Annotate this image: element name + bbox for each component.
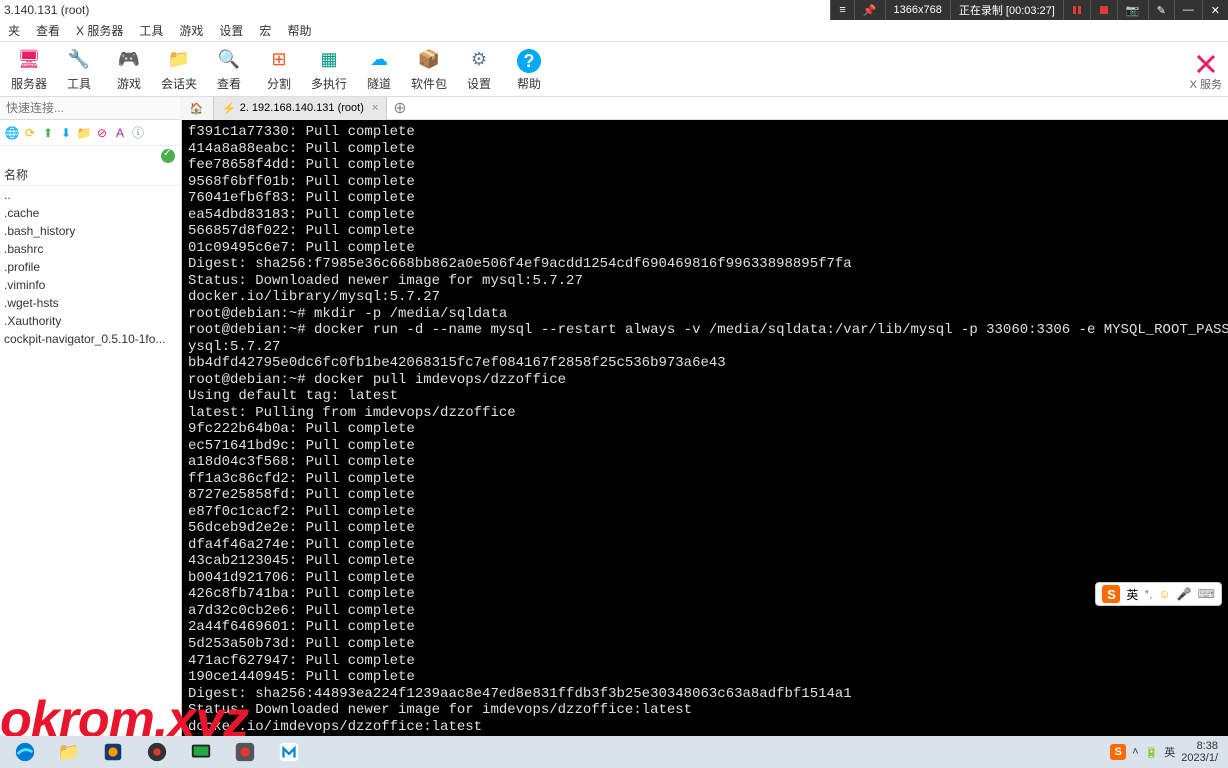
list-item[interactable]: .bashrc: [0, 240, 181, 258]
clock[interactable]: 8:38 2023/1/: [1181, 740, 1218, 764]
battery-icon[interactable]: 🔋: [1145, 746, 1159, 759]
list-item[interactable]: .profile: [0, 258, 181, 276]
title-menu-icon[interactable]: ≡: [830, 0, 853, 20]
menu-item[interactable]: 帮助: [279, 22, 319, 39]
tab-label: 2. 192.168.140.131 (root): [240, 102, 364, 114]
tray-lang[interactable]: 英: [1164, 744, 1175, 760]
explorer-icon[interactable]: 📁: [48, 737, 90, 767]
toolbar-tunnel-button[interactable]: ☁隧道: [356, 45, 402, 92]
close-button[interactable]: ✕: [1202, 0, 1228, 20]
home-tab[interactable]: 🏠: [180, 97, 214, 120]
search-tab-row: 🏠 ⚡ 2. 192.168.140.131 (root) × ⊕: [0, 96, 1228, 120]
close-tab-icon[interactable]: ×: [372, 102, 378, 114]
toolbar-games-button[interactable]: 🎮游戏: [106, 45, 152, 92]
menu-item[interactable]: 工具: [131, 22, 171, 39]
title-right-controls: ≡ 📌 1366x768 正在录制 [00:03:27] 📷 ✎ — ✕: [830, 0, 1228, 20]
clock-date: 2023/1/: [1181, 752, 1218, 764]
sogou-icon: S: [1102, 585, 1120, 603]
menu-item[interactable]: 设置: [211, 22, 251, 39]
session-tabs: 🏠 ⚡ 2. 192.168.140.131 (root) × ⊕: [180, 96, 1228, 120]
edit-button[interactable]: ✎: [1148, 0, 1174, 20]
menu-item[interactable]: 夹: [0, 22, 28, 39]
sftp-sidebar: 🌐 ⟳ ⬆ ⬇ 📁 ⊘ A ⓘ 名称 .. .cache .bash_histo…: [0, 120, 182, 760]
sidebar-toolbar: 🌐 ⟳ ⬆ ⬇ 📁 ⊘ A ⓘ: [0, 120, 181, 146]
toolbar-view-button[interactable]: 🔍查看: [206, 45, 252, 92]
edge-icon[interactable]: [4, 737, 46, 767]
ime-punct-icon[interactable]: *,: [1144, 587, 1152, 601]
upload-icon[interactable]: ⬆: [40, 125, 56, 141]
delete-icon[interactable]: ⊘: [94, 125, 110, 141]
screenshot-button[interactable]: 📷: [1117, 0, 1148, 20]
list-item[interactable]: .bash_history: [0, 222, 181, 240]
mobaxterm-icon[interactable]: [180, 737, 222, 767]
minimize-button[interactable]: —: [1174, 0, 1202, 20]
file-list: .. .cache .bash_history .bashrc .profile…: [0, 186, 181, 738]
recording-status: 正在录制 [00:03:27]: [950, 0, 1063, 20]
download-icon[interactable]: ⬇: [58, 125, 74, 141]
toolbar-split-button[interactable]: ⊞分割: [256, 45, 302, 92]
tray-chevron-icon[interactable]: ˄: [1132, 746, 1138, 758]
session-tab[interactable]: ⚡ 2. 192.168.140.131 (root) ×: [214, 97, 387, 120]
menu-bar: 夹 查看 X 服务器 工具 游戏 设置 宏 帮助: [0, 20, 1228, 42]
properties-icon[interactable]: ⓘ: [130, 125, 146, 141]
menu-item[interactable]: 宏: [251, 22, 279, 39]
toolbar-server-button[interactable]: 🖥服务器: [6, 45, 52, 92]
list-item[interactable]: .cache: [0, 204, 181, 222]
ime-toolbar[interactable]: S 英 *, ☺ 🎤 ⌨: [1095, 582, 1222, 606]
list-item[interactable]: .wget-hsts: [0, 294, 181, 312]
home-icon: 🏠: [190, 102, 204, 115]
sidebar-header: 名称: [0, 166, 181, 186]
terminal-icon: ⚡: [222, 102, 236, 115]
title-pin-icon[interactable]: 📌: [854, 0, 885, 20]
list-item[interactable]: ..: [0, 186, 181, 204]
sidebar-status: [0, 146, 181, 166]
app-icon[interactable]: [136, 737, 178, 767]
menu-item[interactable]: X 服务器: [68, 22, 131, 39]
list-item[interactable]: cockpit-navigator_0.5.10-1fo...: [0, 330, 181, 348]
main-toolbar: 🖥服务器 🔧工具 🎮游戏 📁会话夹 🔍查看 ⊞分割 ▦多执行 ☁隧道 📦软件包 …: [0, 42, 1228, 96]
tab-overflow-icon[interactable]: ⊕: [387, 98, 412, 118]
maxthon-icon[interactable]: [268, 737, 310, 767]
quick-connect-input[interactable]: [0, 97, 180, 119]
recorder-icon[interactable]: [224, 737, 266, 767]
screen-resolution: 1366x768: [885, 0, 950, 20]
window-title: 3.140.131 (root): [4, 3, 89, 17]
folder-up-icon[interactable]: 🌐: [4, 125, 20, 141]
toolbar-multiexec-button[interactable]: ▦多执行: [306, 45, 352, 92]
toolbar-help-button[interactable]: ?帮助: [506, 49, 552, 92]
sogou-tray-icon[interactable]: S: [1110, 744, 1126, 760]
menu-item[interactable]: 游戏: [171, 22, 211, 39]
clock-time: 8:38: [1181, 740, 1218, 752]
toolbar-sessions-button[interactable]: 📁会话夹: [156, 45, 202, 92]
toolbar-tools-button[interactable]: 🔧工具: [56, 45, 102, 92]
ime-voice-icon[interactable]: 🎤: [1177, 587, 1192, 601]
new-folder-icon[interactable]: 📁: [76, 125, 92, 141]
toolbar-settings-button[interactable]: ⚙设置: [456, 45, 502, 92]
connected-icon: [161, 149, 175, 163]
list-item[interactable]: .Xauthority: [0, 312, 181, 330]
window-title-bar: 3.140.131 (root) ≡ 📌 1366x768 正在录制 [00:0…: [0, 0, 1228, 20]
ime-emoji-icon[interactable]: ☺: [1158, 587, 1170, 601]
menu-item[interactable]: 查看: [28, 22, 68, 39]
content-area: 🌐 ⟳ ⬆ ⬇ 📁 ⊘ A ⓘ 名称 .. .cache .bash_histo…: [0, 120, 1228, 760]
rename-icon[interactable]: A: [112, 125, 128, 141]
terminal-output[interactable]: f391c1a77330: Pull complete 414a8a88eabc…: [182, 120, 1228, 760]
ime-lang[interactable]: 英: [1126, 586, 1138, 603]
stop-recording-button[interactable]: [1090, 0, 1117, 20]
windows-taskbar: 📁 S ˄ 🔋 英 8:38 2023/1/: [0, 736, 1228, 768]
ime-keyboard-icon[interactable]: ⌨: [1198, 587, 1215, 601]
x-server-indicator[interactable]: X 服务: [1190, 52, 1222, 92]
refresh-icon[interactable]: ⟳: [22, 125, 38, 141]
list-item[interactable]: .viminfo: [0, 276, 181, 294]
toolbar-packages-button[interactable]: 📦软件包: [406, 45, 452, 92]
system-tray: S ˄ 🔋 英 8:38 2023/1/: [1110, 740, 1224, 764]
vbox-icon[interactable]: [92, 737, 134, 767]
pause-recording-button[interactable]: [1063, 0, 1090, 20]
